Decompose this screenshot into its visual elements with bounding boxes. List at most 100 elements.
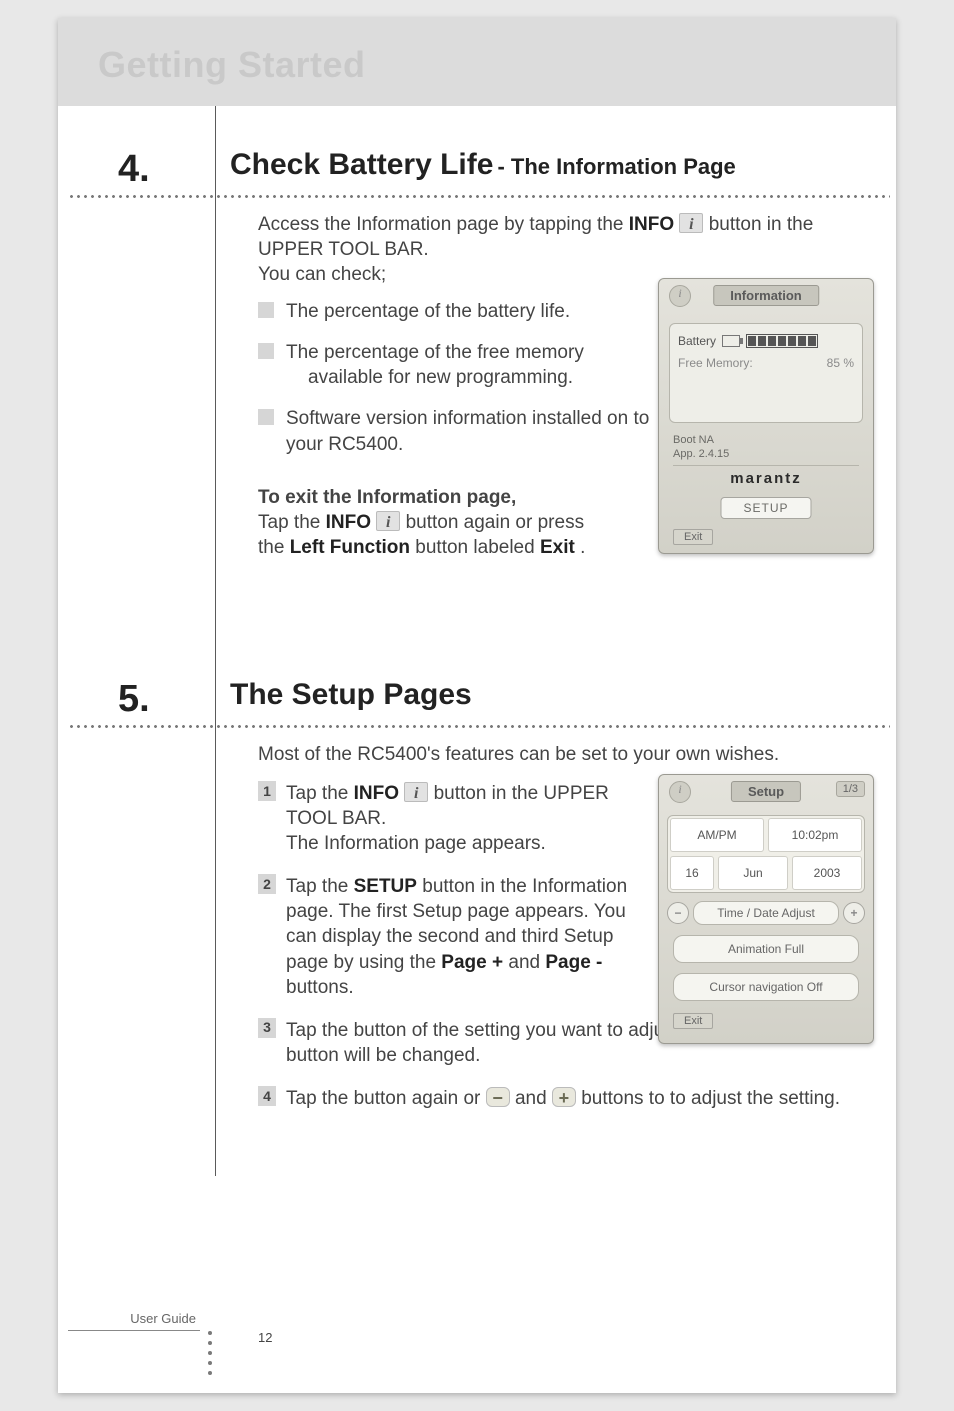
- version-block: Boot NA App. 2.4.15: [673, 433, 729, 462]
- info-icon: [376, 511, 400, 531]
- battery-icon: [722, 335, 740, 347]
- text: Tap the: [258, 512, 326, 533]
- section-4-intro: Access the Information page by tapping t…: [258, 212, 868, 287]
- text: and: [508, 952, 545, 973]
- bullet-square-icon: [258, 302, 274, 318]
- exit-tab[interactable]: Exit: [673, 529, 713, 545]
- step-2-number: 2: [258, 874, 276, 894]
- text: Tap the button again or: [286, 1088, 486, 1109]
- bullet-square-icon: [258, 343, 274, 359]
- app-version: App. 2.4.15: [673, 447, 729, 461]
- section-5-dots: [68, 724, 890, 729]
- info-label-strong: INFO: [326, 512, 371, 533]
- section-4-heading: Check Battery Life - The Information Pag…: [230, 148, 736, 182]
- bullet-square-icon: [258, 409, 274, 425]
- info-label-strong: INFO: [354, 783, 399, 804]
- step-4-text: Tap the button again or and buttons to t…: [286, 1086, 858, 1111]
- section-5-steps: 1 Tap the INFO button in the UPPER TOOL …: [258, 781, 658, 1111]
- text: .: [580, 537, 585, 558]
- boot-version: Boot NA: [673, 433, 729, 447]
- time-date-adjust-button[interactable]: Time / Date Adjust: [693, 901, 839, 925]
- bullet-2-text: The percentage of the free memory availa…: [286, 340, 658, 390]
- info-icon: i: [669, 285, 691, 307]
- exit-tab[interactable]: Exit: [673, 1013, 713, 1029]
- information-page-screenshot: i Information Battery Free Memory: 85 % …: [658, 278, 874, 554]
- user-guide-label: User Guide: [68, 1311, 200, 1331]
- page-indicator: 1/3: [836, 781, 865, 797]
- footer-dot-column: [208, 1331, 212, 1375]
- bullet-2-line2: available for new programming.: [286, 365, 658, 390]
- step-4-number: 4: [258, 1086, 276, 1106]
- page-minus-strong: Page -: [545, 952, 602, 973]
- section-4-bullets: The percentage of the battery life. The …: [258, 299, 658, 456]
- info-icon: [404, 782, 428, 802]
- bullet-1: The percentage of the battery life.: [258, 299, 658, 324]
- month-cell[interactable]: Jun: [718, 856, 788, 890]
- section-4-heading-sub: - The Information Page: [497, 154, 735, 180]
- section-5-number: 5.: [118, 678, 150, 721]
- left-function-strong: Left Function: [290, 537, 410, 558]
- free-memory-label: Free Memory:: [678, 356, 753, 370]
- time-cell[interactable]: 10:02pm: [768, 818, 862, 852]
- step-1: 1 Tap the INFO button in the UPPER TOOL …: [258, 781, 658, 856]
- section-4-exit: To exit the Information page, Tap the IN…: [258, 485, 658, 560]
- time-date-adjust-row: − Time / Date Adjust +: [667, 901, 865, 925]
- exit-line-1: Tap the INFO button again or press: [258, 510, 658, 535]
- step-1-text: Tap the INFO button in the UPPER TOOL BA…: [286, 781, 658, 856]
- battery-row: Battery: [678, 334, 854, 348]
- free-memory-row: Free Memory: 85 %: [678, 356, 854, 370]
- footer: User Guide: [68, 1311, 200, 1331]
- bullet-2: The percentage of the free memory availa…: [258, 340, 658, 390]
- chapter-title: Getting Started: [98, 44, 366, 86]
- bullet-3-text: Software version information installed o…: [286, 406, 658, 456]
- text: Tap the: [286, 876, 354, 897]
- section-4-number: 4.: [118, 148, 150, 191]
- cursor-navigation-button[interactable]: Cursor navigation Off: [673, 973, 859, 1001]
- exit-title: To exit the Information page,: [258, 485, 658, 510]
- text: and: [515, 1088, 552, 1109]
- bullet-3: Software version information installed o…: [258, 406, 658, 456]
- page-plus-strong: Page +: [441, 952, 503, 973]
- text: Access the Information page by tapping t…: [258, 214, 629, 235]
- info-title: Information: [713, 285, 819, 306]
- exit-label-strong: Exit: [540, 537, 575, 558]
- day-cell[interactable]: 16: [670, 856, 714, 890]
- section-4-heading-main: Check Battery Life: [230, 148, 493, 182]
- step-2-text: Tap the SETUP button in the Information …: [286, 874, 658, 999]
- setup-label-strong: SETUP: [354, 876, 417, 897]
- text: button labeled: [415, 537, 540, 558]
- section-4-dots: [68, 194, 890, 199]
- text: buttons.: [286, 977, 354, 998]
- text: The Information page appears.: [286, 833, 546, 854]
- bullet-1-text: The percentage of the battery life.: [286, 299, 658, 324]
- page-number: 12: [258, 1330, 272, 1345]
- ampm-cell[interactable]: AM/PM: [670, 818, 764, 852]
- free-memory-value: 85 %: [827, 356, 854, 370]
- setup-page-screenshot: i Setup 1/3 AM/PM 10:02pm 16 Jun 2003 − …: [658, 774, 874, 1044]
- time-date-panel: AM/PM 10:02pm 16 Jun 2003: [667, 815, 865, 893]
- minus-button[interactable]: −: [667, 902, 689, 924]
- plus-button[interactable]: +: [843, 902, 865, 924]
- setup-title: Setup: [731, 781, 801, 802]
- plus-icon: [552, 1087, 576, 1107]
- text: Tap the: [286, 783, 354, 804]
- exit-line-2: the Left Function button labeled Exit .: [258, 535, 658, 560]
- setup-button[interactable]: SETUP: [720, 497, 811, 519]
- animation-button[interactable]: Animation Full: [673, 935, 859, 963]
- step-1-number: 1: [258, 781, 276, 801]
- year-cell[interactable]: 2003: [792, 856, 862, 890]
- vertical-rule: [215, 106, 216, 1176]
- info-icon: i: [669, 781, 691, 803]
- section-5-heading-text: The Setup Pages: [230, 678, 472, 712]
- text: You can check;: [258, 264, 386, 285]
- document-page: Getting Started 4. Check Battery Life - …: [58, 18, 896, 1393]
- battery-label: Battery: [678, 334, 716, 348]
- battery-bars: [746, 334, 818, 348]
- section-5-intro: Most of the RC5400's features can be set…: [258, 742, 868, 767]
- minus-icon: [486, 1087, 510, 1107]
- step-3-number: 3: [258, 1018, 276, 1038]
- step-2: 2 Tap the SETUP button in the Informatio…: [258, 874, 658, 999]
- brand-logo: marantz: [673, 465, 859, 487]
- section-5-heading: The Setup Pages: [230, 678, 472, 712]
- text: buttons to to adjust the setting.: [581, 1088, 840, 1109]
